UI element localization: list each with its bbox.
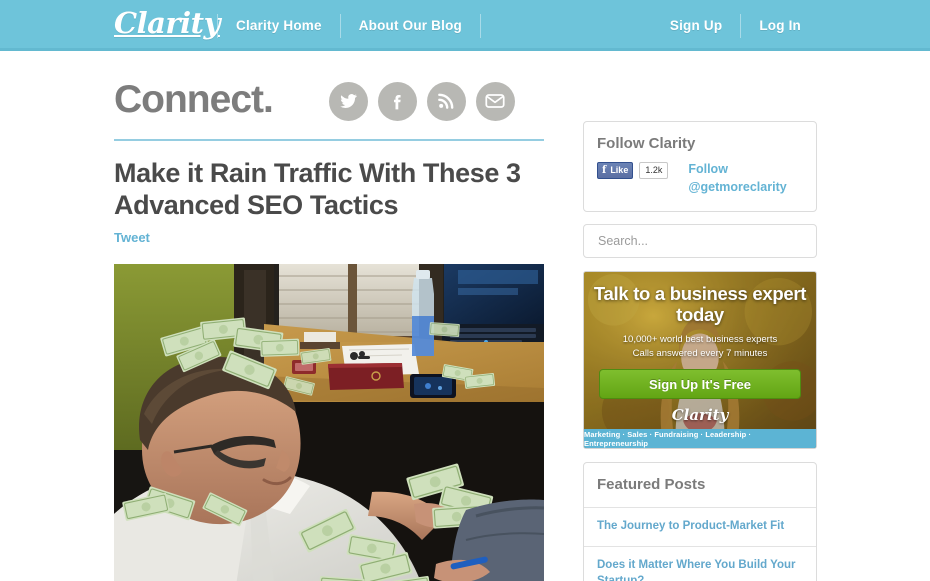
promo-ad-categories: Marketing · Sales · Fundraising · Leader… [584,429,816,449]
nav-item-sign-up[interactable]: Sign Up [653,0,739,51]
twitter-follow-link[interactable]: Follow @getmoreclarity [688,160,786,196]
email-icon[interactable] [475,81,515,121]
search-box[interactable] [583,224,817,259]
nav-separator [217,13,218,38]
search-input[interactable] [584,234,816,249]
promo-ad-signup-button[interactable]: Sign Up It's Free [599,369,801,399]
facebook-like-button[interactable]: f Like [597,162,634,179]
account-nav: Sign Up Log In [653,0,818,51]
nav-separator [740,13,742,38]
brand-logo[interactable]: Clarity [114,6,220,40]
featured-post-item[interactable]: Does it Matter Where You Build Your Star… [584,546,816,581]
promo-ad-sub-line-2: Calls answered every 7 minutes [632,347,768,359]
nav-separator [339,13,341,38]
follow-clarity-card: Follow Clarity f Like 1.2k Follow @getmo… [583,121,817,213]
featured-posts-heading: Featured Posts [597,476,706,494]
post-featured-image [114,264,544,581]
tweet-button[interactable]: Tweet [114,230,150,245]
nav-separator [479,13,481,38]
primary-nav: Clarity Home About Our Blog [216,0,482,51]
featured-post-item[interactable]: The Journey to Product-Market Fit [584,507,816,546]
page-title: Connect. [114,77,274,121]
follow-clarity-heading: Follow Clarity [597,135,696,152]
site-header: Clarity Clarity Home About Our Blog Sign… [0,0,930,51]
promo-ad-headline: Talk to a business expert today [593,283,807,326]
follow-clarity-body: f Like 1.2k Follow @getmoreclarity [584,158,816,211]
social-links [328,81,515,121]
main-column: Connect. Make it Rain Traffic With These… [114,70,544,581]
featured-posts-card: Featured Posts The Journey to Product-Ma… [583,462,817,581]
facebook-f-icon: f [602,164,607,176]
nav-item-log-in[interactable]: Log In [742,0,818,51]
sidebar: Follow Clarity f Like 1.2k Follow @getmo… [583,121,817,581]
rss-icon[interactable] [426,81,466,121]
nav-item-about-our-blog[interactable]: About Our Blog [342,0,479,51]
promo-ad-logo: Clarity [671,406,729,424]
promo-ad-content: Talk to a business expert today 10,000+ … [584,272,816,448]
post-title: Make it Rain Traffic With These 3 Advanc… [114,158,521,220]
twitter-icon[interactable] [328,81,368,121]
facebook-like-label: Like [610,165,629,175]
nav-item-clarity-home[interactable]: Clarity Home [219,0,339,51]
facebook-like-count: 1.2k [639,162,669,179]
promo-ad-subtext: 10,000+ world best business experts Call… [623,333,777,360]
connect-header: Connect. [114,70,544,128]
facebook-icon[interactable] [377,81,417,121]
facebook-like-widget[interactable]: f Like 1.2k [597,162,669,179]
promo-ad[interactable]: Talk to a business expert today 10,000+ … [583,271,817,450]
divider [114,139,544,141]
promo-ad-sub-line-1: 10,000+ world best business experts [622,334,778,346]
